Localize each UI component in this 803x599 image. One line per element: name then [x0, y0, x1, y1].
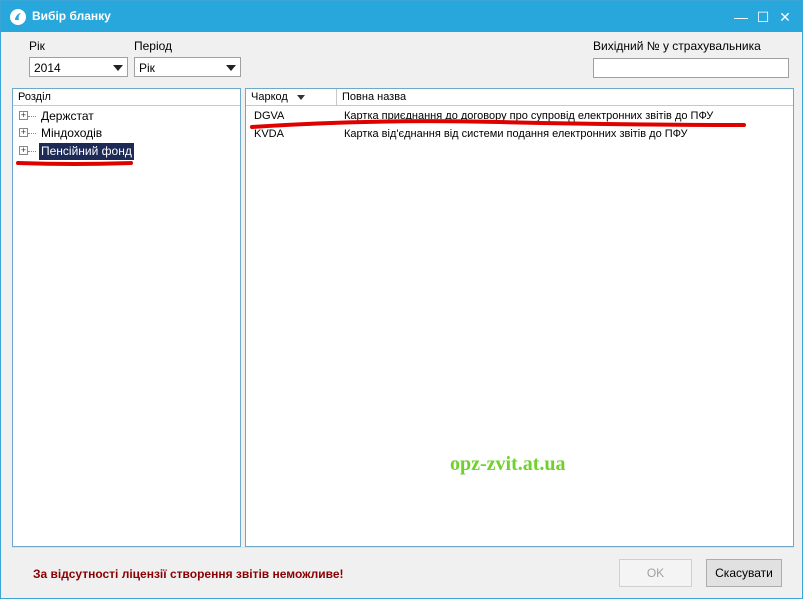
expand-plus-icon[interactable]: +: [19, 146, 28, 155]
expand-plus-icon[interactable]: +: [19, 111, 28, 120]
year-value: 2014: [34, 61, 61, 75]
tree-item-label: Міндоходів: [41, 126, 103, 140]
column-header-full-name[interactable]: Повна назва: [337, 89, 793, 106]
chevron-down-icon: [226, 65, 236, 71]
outgoing-number-input[interactable]: [593, 58, 789, 78]
forms-grid-panel: Чаркод Повна назва DGVA Картка приєднанн…: [245, 88, 794, 547]
tree-item-label: Держстат: [41, 109, 94, 123]
maximize-button[interactable]: ☐: [753, 7, 773, 27]
app-logo-icon: [10, 9, 26, 25]
outgoing-number-label: Вихідний № у страхувальника: [593, 39, 761, 53]
title-bar[interactable]: Вибір бланку — ☐ ✕: [1, 1, 802, 32]
chevron-down-icon: [113, 65, 123, 71]
sort-down-icon: [297, 95, 305, 100]
watermark-text: opz-zvit.at.ua: [450, 453, 566, 475]
dialog-window: Вибір бланку — ☐ ✕ Рік 2014 Період Рік В…: [0, 0, 803, 599]
dialog-footer: За відсутності ліцензії створення звітів…: [12, 547, 794, 592]
ok-button[interactable]: OK: [619, 559, 692, 587]
period-value: Рік: [139, 61, 155, 75]
period-select[interactable]: Рік: [134, 57, 241, 77]
expand-plus-icon[interactable]: +: [19, 128, 28, 137]
window-title: Вибір бланку: [32, 9, 111, 23]
annotation-underline-tree: [16, 161, 133, 166]
column-header-code[interactable]: Чаркод: [246, 89, 337, 106]
section-tree-panel: Розділ + Держстат + Міндоходів + Пенсійн…: [12, 88, 241, 547]
period-label: Період: [134, 39, 173, 53]
annotation-underline-row: [250, 119, 746, 129]
year-select[interactable]: 2014: [29, 57, 128, 77]
close-button[interactable]: ✕: [775, 7, 795, 27]
cancel-button[interactable]: Скасувати: [706, 559, 782, 587]
tree-header[interactable]: Розділ: [13, 89, 240, 106]
year-label: Рік: [29, 39, 45, 53]
minimize-button[interactable]: —: [731, 7, 751, 27]
license-warning: За відсутності ліцензії створення звітів…: [33, 567, 344, 581]
